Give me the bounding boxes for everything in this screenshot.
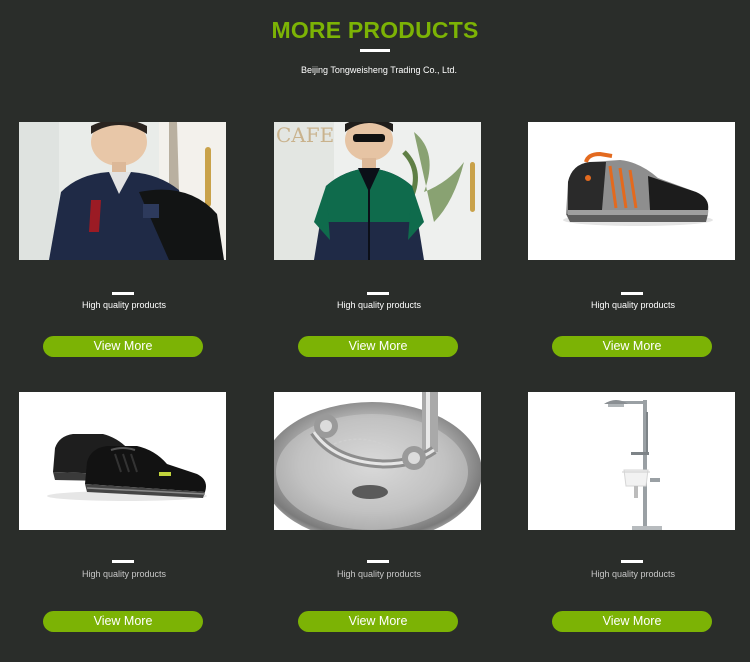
- product-card: High quality products View More: [528, 392, 735, 632]
- workwear-jacket-navy-image: [19, 122, 226, 260]
- product-image[interactable]: [528, 122, 735, 260]
- product-caption: High quality products: [336, 569, 422, 579]
- product-caption: High quality products: [81, 569, 167, 579]
- caption-divider: [621, 292, 643, 295]
- view-more-button[interactable]: View More: [552, 336, 712, 357]
- product-image[interactable]: [528, 392, 735, 530]
- view-more-button[interactable]: View More: [298, 611, 458, 632]
- safety-shoes-black-image: [19, 392, 226, 530]
- view-more-button[interactable]: View More: [43, 336, 203, 357]
- svg-text:CAFE: CAFE: [276, 123, 334, 147]
- company-subtitle: Beijing Tongweisheng Trading Co., Ltd.: [301, 65, 457, 75]
- product-image[interactable]: [274, 392, 481, 530]
- view-more-button[interactable]: View More: [552, 611, 712, 632]
- caption-divider: [367, 560, 389, 563]
- view-more-button[interactable]: View More: [298, 336, 458, 357]
- title-underline: [360, 49, 390, 52]
- product-caption: High quality products: [590, 300, 676, 310]
- safety-shoe-orange-image: [528, 122, 735, 260]
- view-more-button[interactable]: View More: [43, 611, 203, 632]
- section-title: MORE PRODUCTS: [271, 17, 479, 43]
- workwear-jacket-green-navy-image: CAFE: [274, 122, 481, 260]
- caption-divider: [112, 292, 134, 295]
- eyewash-bowl-image: [274, 392, 481, 530]
- product-image[interactable]: CAFE: [274, 122, 481, 260]
- product-image[interactable]: [19, 122, 226, 260]
- product-card: High quality products View More: [19, 392, 226, 632]
- product-caption: High quality products: [590, 569, 676, 579]
- caption-divider: [621, 560, 643, 563]
- product-caption: High quality products: [81, 300, 167, 310]
- emergency-shower-eyewash-image: [528, 392, 735, 530]
- product-card: CAFE High quality products View More: [274, 122, 481, 362]
- product-card: High quality products View More: [274, 392, 481, 632]
- product-caption: High quality products: [336, 300, 422, 310]
- product-card: High quality products View More: [528, 122, 735, 362]
- product-image[interactable]: [19, 392, 226, 530]
- caption-divider: [112, 560, 134, 563]
- product-card: High quality products View More: [19, 122, 226, 362]
- caption-divider: [367, 292, 389, 295]
